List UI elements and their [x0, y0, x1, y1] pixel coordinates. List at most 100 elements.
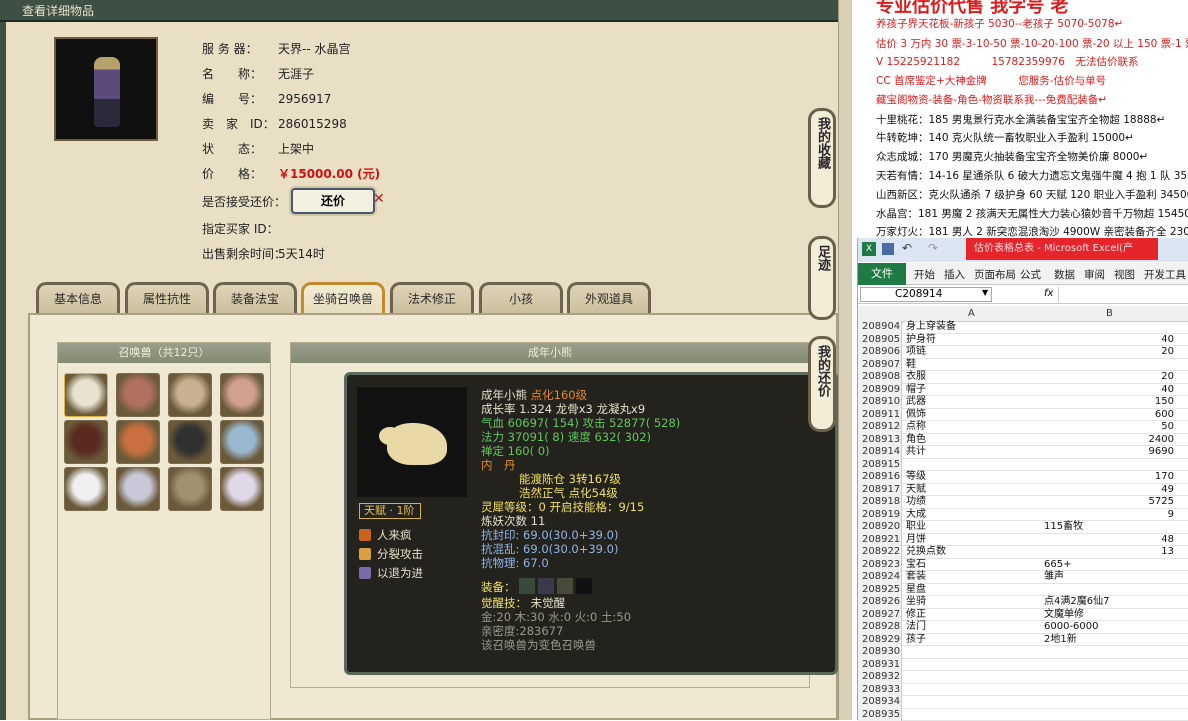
equip-slot-icon[interactable] — [576, 578, 592, 594]
skill-item[interactable]: 分裂攻击 — [359, 546, 423, 562]
tab-item[interactable]: 小孩 — [479, 282, 563, 314]
counter-offer-button[interactable]: 还价 — [291, 188, 375, 214]
row-number[interactable]: 208921 — [858, 534, 902, 547]
cell-b[interactable]: 9690 — [1044, 446, 1174, 459]
cell-a[interactable]: 帽子 — [906, 384, 1044, 397]
ribbon-tab[interactable]: 公式 — [1020, 267, 1041, 282]
cell-b[interactable]: 40 — [1044, 384, 1174, 397]
cell-a[interactable]: 职业 — [906, 521, 1044, 534]
ribbon-tab[interactable]: 开始 — [914, 267, 935, 282]
row-number[interactable]: 208917 — [858, 484, 902, 497]
row-number[interactable]: 208925 — [858, 584, 902, 597]
row-number[interactable]: 208924 — [858, 571, 902, 584]
talent-badge[interactable]: 天赋 · 1阶 — [359, 503, 421, 519]
cell-b[interactable]: 6000-6000 — [1044, 621, 1174, 634]
row-number[interactable]: 208915 — [858, 459, 902, 472]
pet-thumbnail[interactable] — [168, 420, 212, 464]
cell-b[interactable]: 雏声 — [1044, 571, 1174, 584]
row-number[interactable]: 208933 — [858, 684, 902, 697]
row-number[interactable]: 208935 — [858, 709, 902, 721]
cell-a[interactable]: 佩饰 — [906, 409, 1044, 422]
row-number[interactable]: 208929 — [858, 634, 902, 647]
cell-a[interactable]: 兑换点数 — [906, 546, 1044, 559]
ribbon-tab[interactable]: 页面布局 — [974, 267, 1016, 282]
row-number[interactable]: 208928 — [858, 621, 902, 634]
pet-thumbnail[interactable] — [64, 373, 108, 417]
cell-a[interactable]: 衣服 — [906, 371, 1044, 384]
row-number[interactable]: 208911 — [858, 409, 902, 422]
cell-a[interactable]: 孩子 — [906, 634, 1044, 647]
row-number[interactable]: 208919 — [858, 509, 902, 522]
namebox-dropdown-icon[interactable]: ▼ — [982, 288, 988, 297]
cell-b[interactable]: 49 — [1044, 484, 1174, 497]
cell-b[interactable]: 600 — [1044, 409, 1174, 422]
cell-a[interactable]: 月饼 — [906, 534, 1044, 547]
pet-thumbnail[interactable] — [116, 467, 160, 511]
cell-b[interactable]: 2地1新 — [1044, 634, 1174, 647]
formula-input[interactable] — [1058, 287, 1186, 302]
side-tab-history[interactable]: 足迹 — [808, 236, 836, 320]
cell-a[interactable]: 等级 — [906, 471, 1044, 484]
cell-a[interactable]: 共计 — [906, 446, 1044, 459]
cell-b[interactable]: 170 — [1044, 471, 1174, 484]
cell-a[interactable]: 功绩 — [906, 496, 1044, 509]
cell-a[interactable]: 身上穿装备 — [906, 321, 1044, 334]
row-number[interactable]: 208907 — [858, 359, 902, 372]
row-number[interactable]: 208913 — [858, 434, 902, 447]
pet-thumbnail[interactable] — [220, 373, 264, 417]
row-number[interactable]: 208920 — [858, 521, 902, 534]
skill-item[interactable]: 以退为进 — [359, 565, 423, 581]
close-icon[interactable]: ✕ — [373, 191, 385, 207]
cell-b[interactable]: 20 — [1044, 371, 1174, 384]
cell-b[interactable]: 5725 — [1044, 496, 1174, 509]
ribbon-tab[interactable]: 数据 — [1054, 267, 1075, 282]
row-number[interactable]: 208906 — [858, 346, 902, 359]
tab-item[interactable]: 法术修正 — [390, 282, 474, 314]
fx-icon[interactable]: fx — [1044, 288, 1053, 299]
pet-thumbnail[interactable] — [168, 373, 212, 417]
equip-slot-icon[interactable] — [557, 578, 573, 594]
cell-b[interactable]: 文魔单修 — [1044, 609, 1174, 622]
file-tab[interactable]: 文件 — [858, 263, 906, 285]
row-number[interactable]: 208914 — [858, 446, 902, 459]
cell-a[interactable]: 修正 — [906, 609, 1044, 622]
pet-thumbnail[interactable] — [220, 467, 264, 511]
cell-a[interactable]: 套装 — [906, 571, 1044, 584]
cell-a[interactable]: 天赋 — [906, 484, 1044, 497]
row-number[interactable]: 208922 — [858, 546, 902, 559]
row-number[interactable]: 208927 — [858, 609, 902, 622]
pet-thumbnail[interactable] — [220, 420, 264, 464]
cell-b[interactable]: 点4满2魔6仙7 — [1044, 596, 1174, 609]
name-box[interactable]: C208914 — [860, 287, 992, 302]
row-number[interactable]: 208908 — [858, 371, 902, 384]
row-number[interactable]: 208926 — [858, 596, 902, 609]
cell-a[interactable]: 点称 — [906, 421, 1044, 434]
tab-item[interactable]: 外观道具 — [567, 282, 651, 314]
side-tab-my-offers[interactable]: 我的还价 — [808, 336, 836, 432]
row-number[interactable]: 208904 — [858, 321, 902, 334]
cell-a[interactable]: 坐骑 — [906, 596, 1044, 609]
cell-a[interactable]: 宝石 — [906, 559, 1044, 572]
row-number[interactable]: 208931 — [858, 659, 902, 672]
cell-a[interactable]: 大成 — [906, 509, 1044, 522]
row-number[interactable]: 208923 — [858, 559, 902, 572]
cell-a[interactable]: 角色 — [906, 434, 1044, 447]
side-tab-favorites[interactable]: 我的收藏 — [808, 108, 836, 208]
tab-item[interactable]: 属性抗性 — [125, 282, 209, 314]
tab-item[interactable]: 坐骑召唤兽 — [301, 282, 385, 314]
cell-b[interactable]: 2400 — [1044, 434, 1174, 447]
ribbon-tab[interactable]: 开发工具 — [1144, 267, 1186, 282]
ribbon-tab[interactable]: 视图 — [1114, 267, 1135, 282]
scrollbar[interactable] — [838, 0, 852, 720]
row-number[interactable]: 208909 — [858, 384, 902, 397]
equip-slot-icon[interactable] — [519, 578, 535, 594]
cell-a[interactable]: 护身符 — [906, 334, 1044, 347]
row-number[interactable]: 208916 — [858, 471, 902, 484]
cell-a[interactable]: 鞋 — [906, 359, 1044, 372]
save-icon[interactable] — [882, 243, 894, 255]
cell-b[interactable]: 13 — [1044, 546, 1174, 559]
ribbon-tab[interactable]: 审阅 — [1084, 267, 1105, 282]
cell-a[interactable]: 武器 — [906, 396, 1044, 409]
row-number[interactable]: 208930 — [858, 646, 902, 659]
column-header-a[interactable]: A — [968, 308, 975, 319]
